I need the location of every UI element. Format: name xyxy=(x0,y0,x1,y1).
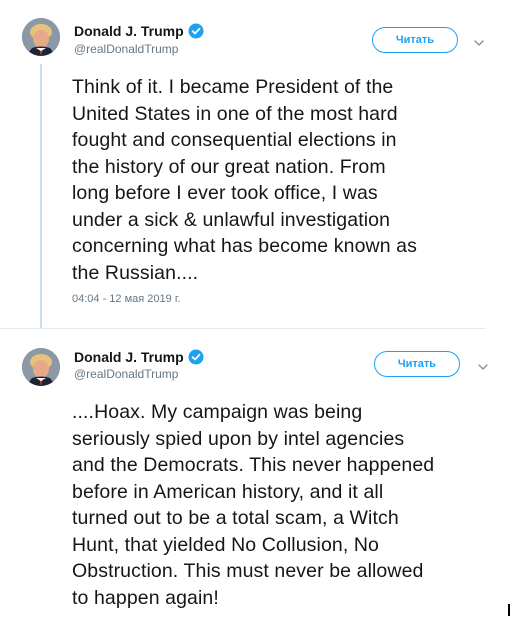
chevron-down-icon[interactable] xyxy=(476,360,490,374)
follow-button[interactable]: Читать xyxy=(374,351,460,377)
avatar[interactable] xyxy=(22,348,60,386)
display-name[interactable]: Donald J. Trump xyxy=(74,349,184,365)
tweet-2: Donald J. Trump @realDonaldTrump Читать … xyxy=(0,0,513,619)
handle[interactable]: @realDonaldTrump xyxy=(74,367,178,381)
verified-badge-icon xyxy=(188,349,204,365)
tweet-text: ....Hoax. My campaign was being seriousl… xyxy=(72,401,435,609)
author-name-row: Donald J. Trump xyxy=(74,349,204,365)
text-cursor xyxy=(508,604,510,616)
